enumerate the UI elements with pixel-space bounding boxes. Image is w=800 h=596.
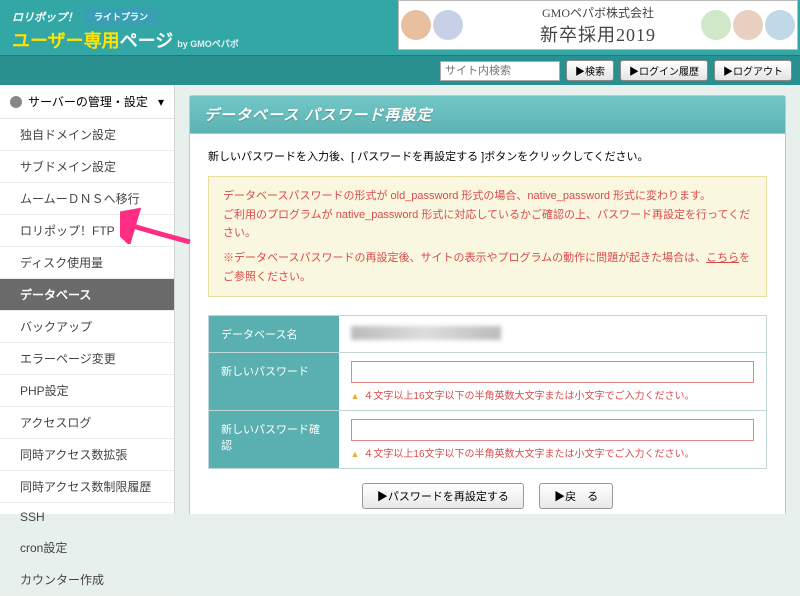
sidebar-item-3[interactable]: ロリポップ！FTP xyxy=(0,215,174,247)
new-password-input[interactable] xyxy=(351,361,755,383)
sidebar-item-7[interactable]: エラーページ変更 xyxy=(0,343,174,375)
sidebar-item-13[interactable]: cron設定 xyxy=(0,532,174,564)
plan-badge: ライトプラン xyxy=(84,8,158,25)
login-history-button[interactable]: ▶ログイン履歴 xyxy=(620,60,708,81)
sidebar: サーバーの管理・設定 ▾ 独自ドメイン設定サブドメイン設定ムームーＤＮＳへ移行ロ… xyxy=(0,85,175,514)
sidebar-item-11[interactable]: 同時アクセス数制限履歴 xyxy=(0,471,174,503)
db-name-value xyxy=(351,326,501,340)
brand-main: ユーザー専用ページby GMOペパボ xyxy=(12,27,239,53)
sidebar-item-0[interactable]: 独自ドメイン設定 xyxy=(0,119,174,151)
recruit-banner[interactable]: GMOペパボ株式会社 新卒採用2019 xyxy=(398,0,798,50)
pw-note-1: ４文字以上16文字以下の半角英数大文字または小文字でご入力ください。 xyxy=(351,387,755,402)
back-button[interactable]: ▶戻 る xyxy=(539,483,613,509)
row-label-newpw: 新しいパスワード xyxy=(209,353,339,411)
sidebar-item-2[interactable]: ムームーＤＮＳへ移行 xyxy=(0,183,174,215)
toolbar: ▶検索 ▶ログイン履歴 ▶ログアウト xyxy=(0,55,800,85)
sidebar-item-8[interactable]: PHP設定 xyxy=(0,375,174,407)
pw-note-2: ４文字以上16文字以下の半角英数大文字または小文字でご入力ください。 xyxy=(351,445,755,460)
form-table: データベース名 新しいパスワード ４文字以上16文字以下の半角英数大文字または小… xyxy=(208,315,767,469)
sidebar-item-4[interactable]: ディスク使用量 xyxy=(0,247,174,279)
panel: データベース パスワード再設定 新しいパスワードを入力後、[ パスワードを再設定… xyxy=(189,95,786,514)
sidebar-item-12[interactable]: SSH xyxy=(0,503,174,532)
header: ロリポップ！ ライトプラン ユーザー専用ページby GMOペパボ GMOペパボ株… xyxy=(0,0,800,55)
banner-avatars-left xyxy=(401,10,463,40)
sidebar-item-1[interactable]: サブドメイン設定 xyxy=(0,151,174,183)
logo-area: ロリポップ！ ライトプラン ユーザー専用ページby GMOペパボ xyxy=(0,0,251,53)
instruction-text: 新しいパスワードを入力後、[ パスワードを再設定する ]ボタンをクリックしてくだ… xyxy=(208,148,767,164)
brand-top: ロリポップ！ xyxy=(12,9,78,25)
sidebar-header[interactable]: サーバーの管理・設定 ▾ xyxy=(0,85,174,119)
main-content: データベース パスワード再設定 新しいパスワードを入力後、[ パスワードを再設定… xyxy=(175,85,800,514)
sidebar-item-9[interactable]: アクセスログ xyxy=(0,407,174,439)
sidebar-item-10[interactable]: 同時アクセス数拡張 xyxy=(0,439,174,471)
row-label-dbname: データベース名 xyxy=(209,316,339,353)
gear-icon xyxy=(10,96,22,108)
sidebar-item-14[interactable]: カウンター作成 xyxy=(0,564,174,596)
warn-link[interactable]: こちら xyxy=(706,252,739,264)
banner-text: GMOペパボ株式会社 新卒採用2019 xyxy=(540,4,656,47)
submit-button[interactable]: ▶パスワードを再設定する xyxy=(362,483,524,509)
warning-box: データベースパスワードの形式が old_password 形式の場合、nativ… xyxy=(208,176,767,297)
search-input[interactable] xyxy=(440,61,560,81)
logout-button[interactable]: ▶ログアウト xyxy=(714,60,792,81)
panel-title: データベース パスワード再設定 xyxy=(190,96,785,134)
row-label-newpw-confirm: 新しいパスワード確認 xyxy=(209,411,339,469)
new-password-confirm-input[interactable] xyxy=(351,419,755,441)
sidebar-item-5[interactable]: データベース xyxy=(0,279,174,311)
banner-avatars-right xyxy=(701,10,795,40)
button-row: ▶パスワードを再設定する ▶戻 る xyxy=(208,469,767,513)
search-button[interactable]: ▶検索 xyxy=(566,60,614,81)
chevron-down-icon: ▾ xyxy=(158,95,164,109)
sidebar-item-6[interactable]: バックアップ xyxy=(0,311,174,343)
